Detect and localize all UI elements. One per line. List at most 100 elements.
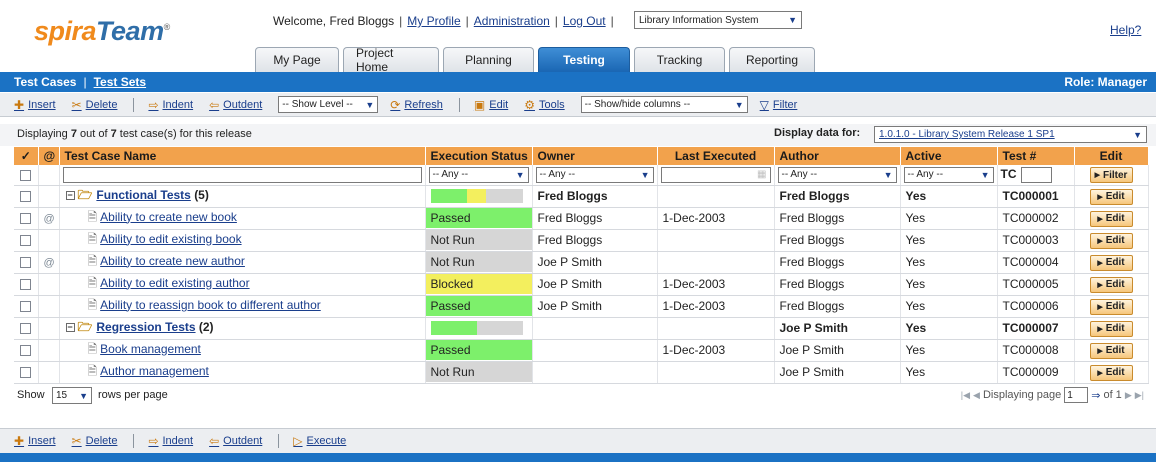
author-filter-select[interactable]: -- Any -- ▼ <box>777 166 897 183</box>
next-page-icon[interactable]: ▶ <box>1125 390 1132 401</box>
test-case-name-link[interactable]: Ability to reassign book to different au… <box>100 298 321 312</box>
test-case-name-link[interactable]: Ability to edit existing book <box>100 232 241 246</box>
select-all-checkbox[interactable] <box>20 170 32 182</box>
row-checkbox[interactable] <box>20 257 32 269</box>
last-executed-filter-input[interactable]: ▦ <box>660 166 771 183</box>
last-executed-cell: 1-Dec-2003 <box>657 207 775 230</box>
folder-name-link[interactable]: Regression Tests <box>96 320 195 334</box>
row-checkbox[interactable] <box>20 213 32 225</box>
rows-per-page-select[interactable]: 15 ▼ <box>52 387 92 404</box>
name-column-header[interactable]: Test Case Name <box>59 147 426 165</box>
collapse-icon[interactable]: − <box>65 190 75 200</box>
active-column-header[interactable]: Active <box>900 147 998 165</box>
test-case-name-link[interactable]: Ability to create new book <box>100 210 237 224</box>
last-page-icon[interactable]: ▶| <box>1135 390 1144 401</box>
row-edit-button[interactable]: ▶ Edit <box>1089 342 1133 359</box>
calendar-icon[interactable]: ▦ <box>757 169 766 180</box>
test-number-cell: TC000008 <box>997 339 1075 362</box>
filter-button[interactable]: ▶ Filter <box>1089 167 1133 184</box>
row-checkbox[interactable] <box>20 235 32 247</box>
select-all-header[interactable]: ✓ <box>14 147 39 165</box>
previous-page-icon[interactable]: ◀ <box>973 390 980 401</box>
row-edit-button[interactable]: ▶ Edit <box>1089 254 1133 271</box>
test-case-name-link[interactable]: Book management <box>100 342 201 356</box>
row-checkbox[interactable] <box>20 367 32 379</box>
bottom-toolbar: ✚ Insert ✂ Delete ⇨ Indent ⇦ Outdent ▷ Execut… <box>0 428 1156 453</box>
refresh-button[interactable]: ⟳ Refresh <box>390 98 443 112</box>
name-filter-input[interactable] <box>62 166 422 183</box>
tab-planning[interactable]: Planning <box>443 47 534 72</box>
active-filter-select[interactable]: -- Any -- ▼ <box>903 166 994 183</box>
status-filter-select[interactable]: -- Any -- ▼ <box>428 166 529 183</box>
table-row: 🗎 Ability to reassign book to different a… <box>14 295 1149 318</box>
insert-button-bottom[interactable]: ✚ Insert <box>14 434 56 448</box>
owner-column-header[interactable]: Owner <box>532 147 658 165</box>
test-number-filter-input[interactable] <box>1020 166 1052 183</box>
row-checkbox[interactable] <box>20 279 32 291</box>
tab-reporting[interactable]: Reporting <box>729 47 815 72</box>
attachment-icon[interactable]: @ <box>44 257 55 269</box>
subnav-test-sets[interactable]: Test Sets <box>94 75 146 89</box>
filter-toolbar-button[interactable]: ▽ Filter <box>760 98 798 112</box>
my-profile-link[interactable]: My Profile <box>407 14 460 28</box>
test-number-column-header[interactable]: Test # <box>997 147 1075 165</box>
delete-button[interactable]: ✂ Delete <box>72 98 118 112</box>
chevron-down-icon: ▼ <box>883 169 893 180</box>
last-executed-column-header[interactable]: Last Executed <box>657 147 775 165</box>
show-hide-columns-select[interactable]: -- Show/hide columns -- ▼ <box>580 96 748 113</box>
play-icon: ▶ <box>1097 281 1103 289</box>
collapse-icon[interactable]: − <box>65 322 75 332</box>
funnel-icon: ▽ <box>759 97 769 112</box>
row-edit-button[interactable]: ▶ Edit <box>1089 364 1133 381</box>
test-case-icon: 🗎 <box>87 341 98 356</box>
row-edit-button[interactable]: ▶ Edit <box>1089 232 1133 249</box>
go-page-icon[interactable]: ⇒ <box>1091 389 1100 402</box>
row-edit-button[interactable]: ▶ Edit <box>1089 320 1133 337</box>
show-level-select[interactable]: -- Show Level -- ▼ <box>278 96 379 113</box>
outdent-button[interactable]: ⇦ Outdent <box>209 98 262 112</box>
attachment-icon[interactable]: @ <box>44 213 55 225</box>
log-out-link[interactable]: Log Out <box>563 14 606 28</box>
row-edit-button[interactable]: ▶ Edit <box>1089 298 1133 315</box>
folder-open-icon: 🗁 <box>77 187 93 202</box>
status-column-header[interactable]: Execution Status <box>425 147 533 165</box>
indent-button-bottom[interactable]: ⇨ Indent <box>148 434 193 448</box>
release-select[interactable]: 1.0.1.0 - Library System Release 1 SP1 ▼ <box>874 126 1147 143</box>
tab-tracking[interactable]: Tracking <box>634 47 725 72</box>
tab-project-home[interactable]: Project Home <box>343 46 439 74</box>
tab-testing[interactable]: Testing <box>538 47 630 72</box>
row-checkbox[interactable] <box>20 345 32 357</box>
insert-button[interactable]: ✚ Insert <box>14 98 56 112</box>
tools-button[interactable]: ⚙ Tools <box>524 98 564 112</box>
row-edit-button[interactable]: ▶ Edit <box>1089 210 1133 227</box>
spirateam-logo[interactable]: spiraTeam® <box>34 16 170 47</box>
row-checkbox[interactable] <box>20 191 32 203</box>
execute-button[interactable]: ▷ Execute <box>293 434 346 448</box>
author-column-header[interactable]: Author <box>774 147 901 165</box>
toolbar-divider <box>458 97 460 112</box>
row-checkbox[interactable] <box>20 323 32 335</box>
help-link[interactable]: Help? <box>1110 23 1141 37</box>
indent-button[interactable]: ⇨ Indent <box>148 98 193 112</box>
subnav-test-cases[interactable]: Test Cases <box>14 75 76 89</box>
administration-link[interactable]: Administration <box>474 14 550 28</box>
table-row: @ 🗎 Ability to create new author Not Run … <box>14 251 1149 274</box>
delete-button-bottom[interactable]: ✂ Delete <box>72 434 118 448</box>
edit-toolbar-button[interactable]: ▣ Edit <box>474 98 508 112</box>
owner-filter-select[interactable]: -- Any -- ▼ <box>535 166 654 183</box>
outdent-button-bottom[interactable]: ⇦ Outdent <box>209 434 262 448</box>
active-cell: Yes <box>900 361 998 384</box>
play-icon: ▶ <box>1097 347 1103 355</box>
test-case-name-link[interactable]: Ability to edit existing author <box>100 276 249 290</box>
test-case-name-link[interactable]: Ability to create new author <box>100 254 245 268</box>
folder-name-link[interactable]: Functional Tests <box>96 188 190 202</box>
chevron-down-icon: ▼ <box>980 169 990 180</box>
test-case-name-link[interactable]: Author management <box>100 364 209 378</box>
page-number-input[interactable] <box>1064 387 1089 403</box>
tab-my-page[interactable]: My Page <box>255 47 339 72</box>
first-page-icon[interactable]: |◀ <box>961 390 970 401</box>
project-select[interactable]: Library Information System ▼ <box>634 11 802 29</box>
row-edit-button[interactable]: ▶ Edit <box>1089 276 1133 293</box>
row-checkbox[interactable] <box>20 301 32 313</box>
row-edit-button[interactable]: ▶ Edit <box>1089 188 1133 205</box>
